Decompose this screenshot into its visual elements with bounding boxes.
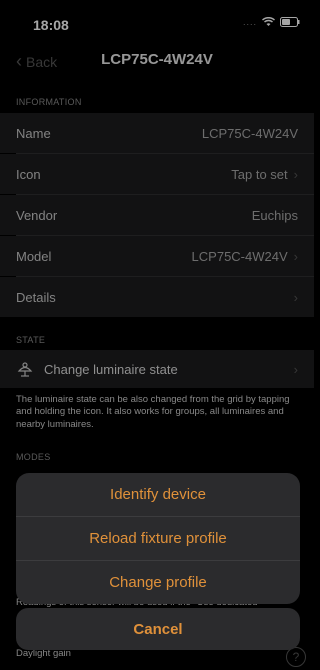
- action-sheet: Identify device Reload fixture profile C…: [16, 473, 300, 604]
- cancel-button[interactable]: Cancel: [16, 608, 300, 650]
- identify-device-button[interactable]: Identify device: [16, 473, 300, 517]
- reload-fixture-profile-button[interactable]: Reload fixture profile: [16, 517, 300, 561]
- change-profile-button[interactable]: Change profile: [16, 561, 300, 604]
